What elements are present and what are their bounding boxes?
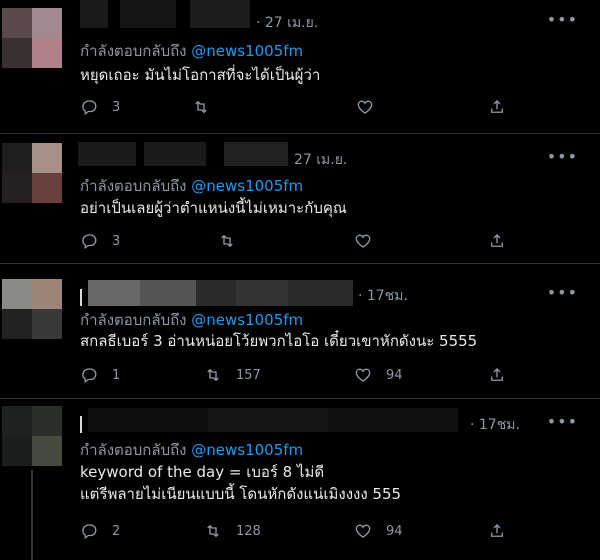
reply-count: 1: [112, 367, 121, 383]
tweet[interactable]: · 17ชม. ••• กำลังตอบกลับถึง @news1005fm …: [0, 263, 600, 399]
mention-link[interactable]: @news1005fm: [191, 42, 303, 60]
like-icon: [355, 524, 371, 538]
reply-feed: · 27 เม.ย. ••• กำลังตอบกลับถึง @news1005…: [0, 0, 600, 560]
share-button[interactable]: [488, 98, 506, 116]
retweet-button[interactable]: 128: [204, 522, 261, 540]
tweet-timestamp[interactable]: 27 เม.ย.: [294, 149, 347, 171]
reply-icon: [82, 234, 97, 250]
reply-button[interactable]: 3: [80, 98, 120, 116]
share-button[interactable]: [488, 522, 506, 540]
mention-link[interactable]: @news1005fm: [191, 177, 303, 195]
share-icon: [491, 524, 503, 537]
like-icon: [357, 100, 373, 114]
more-icon[interactable]: •••: [547, 147, 578, 166]
tweet-text: สกลธีเบอร์ 3 อ่านหน่อยโว้ยพวกไอโอ เดี๋ยว…: [80, 330, 477, 352]
tweet-text-line: keyword of the day = เบอร์ 8 ไม่ดี: [80, 463, 325, 481]
avatar[interactable]: [2, 8, 62, 68]
retweet-button[interactable]: 157: [204, 366, 261, 384]
reply-count: 3: [112, 99, 121, 115]
like-button[interactable]: [356, 98, 388, 116]
username-redacted[interactable]: [88, 408, 458, 438]
like-icon: [355, 234, 371, 248]
reply-button[interactable]: 1: [80, 366, 120, 384]
reply-prefix: กำลังตอบกลับถึง: [80, 441, 187, 459]
avatar[interactable]: [2, 406, 62, 466]
replying-to: กำลังตอบกลับถึง @news1005fm: [80, 174, 303, 198]
thread-line: [31, 470, 33, 560]
retweet-icon: [207, 368, 219, 382]
retweet-icon: [221, 234, 233, 248]
reply-count: 3: [112, 233, 121, 249]
tweet[interactable]: 27 เม.ย. ••• กำลังตอบกลับถึง @news1005fm…: [0, 133, 600, 264]
username-redacted[interactable]: [88, 280, 353, 310]
tweet-text-line: แต่รีพลายไม่เนียนแบบนี้ โดนหักดังแน่เมิง…: [80, 485, 402, 503]
avatar[interactable]: [2, 143, 62, 203]
like-count: 94: [386, 367, 403, 383]
reply-prefix: กำลังตอบกลับถึง: [80, 42, 187, 60]
reply-icon: [82, 100, 97, 116]
reply-prefix: กำลังตอบกลับถึง: [80, 311, 187, 329]
more-icon[interactable]: •••: [547, 283, 578, 302]
reply-button[interactable]: 3: [80, 232, 120, 250]
retweet-icon: [195, 100, 207, 114]
tweet[interactable]: · 17ชม. ••• กำลังตอบกลับถึง @news1005fm …: [0, 398, 600, 560]
mention-link[interactable]: @news1005fm: [191, 441, 303, 459]
tweet-actions: 3: [80, 98, 600, 120]
replying-to: กำลังตอบกลับถึง @news1005fm: [80, 438, 303, 462]
tweet-text-line: หยุดเถอะ มันไม่โอกาสที่จะได้เป็นผู้ว่า: [80, 66, 321, 84]
text-cursor: [80, 416, 82, 433]
like-button[interactable]: 94: [354, 522, 403, 540]
retweet-button[interactable]: [218, 232, 250, 250]
tweet[interactable]: · 27 เม.ย. ••• กำลังตอบกลับถึง @news1005…: [0, 0, 600, 134]
tweet-timestamp[interactable]: · 27 เม.ย.: [256, 12, 318, 34]
reply-count: 2: [112, 523, 121, 539]
like-count: 94: [386, 523, 403, 539]
reply-icon: [82, 524, 97, 540]
reply-prefix: กำลังตอบกลับถึง: [80, 177, 187, 195]
username-redacted[interactable]: [80, 0, 250, 30]
replying-to: กำลังตอบกลับถึง @news1005fm: [80, 308, 303, 332]
avatar[interactable]: [2, 279, 62, 339]
share-icon: [491, 234, 503, 247]
tweet-actions: 2 128 94: [80, 522, 600, 544]
tweet-timestamp[interactable]: · 17ชม.: [470, 414, 520, 436]
like-icon: [355, 368, 371, 382]
share-icon: [491, 100, 503, 113]
tweet-timestamp[interactable]: · 17ชม.: [358, 285, 408, 307]
username-redacted[interactable]: [78, 142, 288, 172]
text-cursor: [80, 289, 82, 306]
tweet-text: อย่าเป็นเลยผู้ว่าตำแหน่งนี้ไม่เหมาะกับคุ…: [80, 197, 347, 219]
tweet-text: หยุดเถอะ มันไม่โอกาสที่จะได้เป็นผู้ว่า: [80, 64, 320, 86]
tweet-actions: 1 157 94: [80, 366, 600, 388]
like-button[interactable]: 94: [354, 366, 403, 384]
retweet-button[interactable]: [192, 98, 224, 116]
tweet-actions: 3: [80, 232, 600, 254]
share-button[interactable]: [488, 232, 506, 250]
replying-to: กำลังตอบกลับถึง @news1005fm: [80, 39, 303, 63]
mention-link[interactable]: @news1005fm: [191, 311, 303, 329]
tweet-text-line: สกลธีเบอร์ 3 อ่านหน่อยโว้ยพวกไอโอ เดี๋ยว…: [80, 332, 478, 350]
retweet-count: 128: [236, 523, 261, 539]
more-icon[interactable]: •••: [547, 10, 578, 29]
more-icon[interactable]: •••: [547, 412, 578, 431]
tweet-text-line: อย่าเป็นเลยผู้ว่าตำแหน่งนี้ไม่เหมาะกับคุ…: [80, 199, 347, 217]
share-button[interactable]: [488, 366, 506, 384]
reply-icon: [82, 368, 97, 384]
like-button[interactable]: [354, 232, 386, 250]
retweet-count: 157: [236, 367, 261, 383]
retweet-icon: [207, 524, 219, 538]
share-icon: [491, 368, 503, 381]
reply-button[interactable]: 2: [80, 522, 120, 540]
tweet-text: keyword of the day = เบอร์ 8 ไม่ดี แต่รี…: [80, 461, 401, 505]
